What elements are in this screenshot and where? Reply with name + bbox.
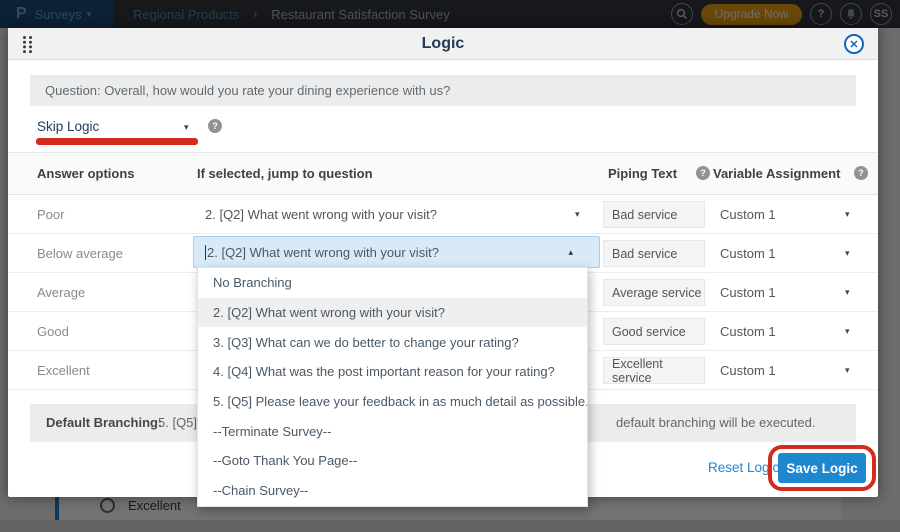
piping-text-input[interactable]: Good service [603,318,705,345]
answer-option-label: Good [37,324,69,339]
logic-type-dropdown[interactable]: Skip Logic [37,119,197,134]
piping-text-input[interactable]: Bad service [603,240,705,267]
table-header-row: Answer options If selected, jump to ques… [8,153,878,195]
piping-text-input[interactable]: Excellent service [603,357,705,384]
jump-question-dropdown-panel: No Branching 2. [Q2] What went wrong wit… [197,267,588,507]
variable-assignment-select[interactable]: Custom 1 [720,363,776,378]
text-cursor [205,245,206,260]
variable-assignment-select[interactable]: Custom 1 [720,246,776,261]
chevron-down-icon[interactable]: ▾ [845,248,850,259]
chevron-down-icon[interactable]: ▾ [845,326,850,337]
dropdown-option-highlighted[interactable]: 2. [Q2] What went wrong with your visit? [198,298,587,328]
drag-handle-icon[interactable] [22,35,33,59]
jump-question-select-open[interactable]: 2. [Q2] What went wrong with your visit?… [193,236,600,268]
skip-logic-annotation-underline [36,138,198,145]
default-branching-value: 5. [Q5] [158,415,197,430]
chevron-down-icon[interactable]: ▾ [845,365,850,376]
reset-logic-link[interactable]: Reset Logic [708,460,779,475]
modal-title: Logic [422,35,465,53]
chevron-up-icon: ▴ [568,247,573,258]
close-icon[interactable]: ✕ [844,34,864,54]
answer-option-label: Poor [37,207,64,222]
piping-text-input[interactable]: Bad service [603,201,705,228]
column-header-piping: Piping Text [608,166,677,181]
dropdown-option[interactable]: --Chain Survey-- [198,476,587,506]
chevron-down-icon[interactable]: ▾ [845,287,850,298]
variable-assignment-select[interactable]: Custom 1 [720,285,776,300]
column-header-answer-options: Answer options [37,166,135,181]
piping-text-input[interactable]: Average service [603,279,705,306]
table-row: Poor 2. [Q2] What went wrong with your v… [8,195,878,234]
dropdown-option[interactable]: 3. [Q3] What can we do better to change … [198,327,587,357]
variable-assignment-select[interactable]: Custom 1 [720,324,776,339]
save-logic-button[interactable]: Save Logic [778,453,866,483]
dropdown-option[interactable]: No Branching [198,268,587,298]
piping-help-icon[interactable]: ? [696,166,710,180]
jump-question-select[interactable]: 2. [Q2] What went wrong with your visit? [205,207,555,222]
default-branching-label: Default Branching: [46,415,162,430]
variable-assignment-select[interactable]: Custom 1 [720,207,776,222]
chevron-down-icon[interactable]: ▾ [575,209,580,220]
column-header-variable: Variable Assignment [713,166,840,181]
column-header-jump: If selected, jump to question [197,166,373,181]
dropdown-option[interactable]: --Terminate Survey-- [198,416,587,446]
logic-type-help-icon[interactable]: ? [208,119,222,133]
answer-option-label: Average [37,285,85,300]
answer-option-label: Below average [37,246,123,261]
dropdown-option[interactable]: 5. [Q5] Please leave your feedback in as… [198,387,587,417]
modal-header: Logic ✕ [8,28,878,60]
chevron-down-icon[interactable]: ▾ [845,209,850,220]
jump-question-select-value: 2. [Q2] What went wrong with your visit? [207,245,439,260]
dropdown-option[interactable]: --Goto Thank You Page-- [198,446,587,476]
default-branching-note: default branching will be executed. [616,415,815,430]
question-context-bar: Question: Overall, how would you rate yo… [30,75,856,106]
variable-help-icon[interactable]: ? [854,166,868,180]
answer-option-label: Excellent [37,363,90,378]
chevron-down-icon[interactable]: ▾ [184,122,189,133]
dropdown-option[interactable]: 4. [Q4] What was the post important reas… [198,357,587,387]
